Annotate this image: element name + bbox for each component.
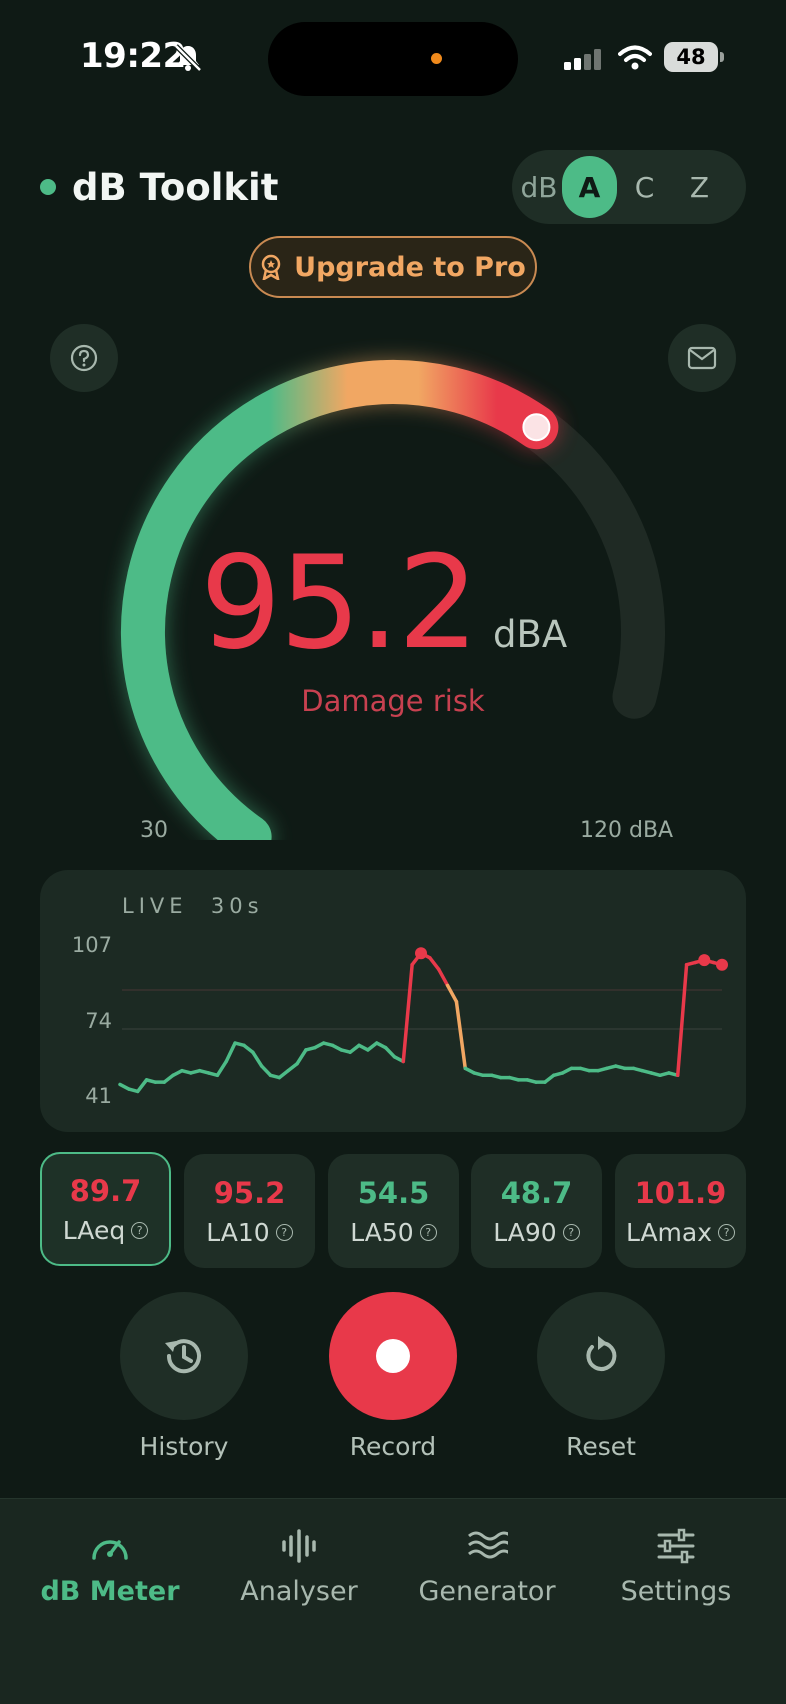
tab-label: Settings: [620, 1576, 732, 1607]
sliders-icon: [657, 1528, 695, 1564]
weighting-option-a[interactable]: A: [562, 156, 617, 218]
wifi-icon: [618, 45, 652, 70]
stat-la50[interactable]: 54.5 LA50?: [328, 1154, 459, 1268]
award-icon: [261, 254, 281, 280]
risk-status: Damage risk: [301, 684, 485, 718]
live-chart-header: LIVE 30s: [122, 894, 264, 918]
stat-la90[interactable]: 48.7 LA90?: [471, 1154, 602, 1268]
current-level: 95.2: [200, 529, 479, 678]
weighting-label: dB: [520, 170, 558, 204]
tab-db-meter[interactable]: dB Meter: [12, 1528, 208, 1607]
tab-analyser[interactable]: Analyser: [201, 1528, 397, 1607]
battery-indicator: 48: [664, 42, 718, 72]
window-label: 30s: [210, 894, 264, 918]
gauge-icon: [92, 1540, 128, 1560]
y-tick-74: 74: [85, 1009, 112, 1033]
stat-value: 89.7: [69, 1173, 142, 1208]
stat-label: LAmax: [625, 1217, 713, 1247]
y-tick-41: 41: [85, 1084, 112, 1108]
reading-display: 95.2 dBA: [200, 540, 567, 668]
stat-label: LAeq: [62, 1215, 126, 1245]
cellular-signal-icon: [564, 49, 601, 70]
history-button[interactable]: [120, 1292, 248, 1420]
record-button[interactable]: [329, 1292, 457, 1420]
stat-label: LA10: [206, 1217, 270, 1247]
waveform-icon: [282, 1529, 316, 1563]
stat-laeq[interactable]: 89.7 LAeq?: [40, 1152, 171, 1266]
stat-label: LA50: [350, 1217, 414, 1247]
stat-label: LA90: [493, 1217, 557, 1247]
bell-muted-icon: [174, 44, 202, 72]
history-icon: [165, 1339, 201, 1374]
tab-label: Analyser: [240, 1576, 358, 1607]
info-icon[interactable]: ?: [562, 1223, 580, 1241]
weighting-selector[interactable]: dB A C Z: [512, 150, 746, 224]
tab-generator[interactable]: Generator: [389, 1528, 585, 1607]
stat-value: 48.7: [500, 1175, 573, 1210]
record-dot-icon: [376, 1339, 410, 1373]
tab-label: Generator: [418, 1576, 556, 1607]
gauge-needle-knob: [522, 413, 551, 442]
battery-tip: [720, 52, 724, 62]
info-icon[interactable]: ?: [718, 1223, 736, 1241]
live-label: LIVE: [122, 894, 188, 918]
stat-lamax[interactable]: 101.9 LAmax?: [615, 1154, 746, 1268]
waves-icon: [468, 1531, 508, 1559]
info-icon[interactable]: ?: [131, 1221, 149, 1239]
stat-value: 95.2: [213, 1175, 286, 1210]
stat-value: 101.9: [634, 1175, 727, 1210]
gauge-max-label: 120 dBA: [580, 818, 674, 843]
status-dot: [40, 179, 56, 195]
upgrade-label: Upgrade to Pro: [294, 251, 526, 283]
weighting-option-z[interactable]: Z: [672, 156, 727, 218]
upgrade-button[interactable]: Upgrade to Pro: [249, 236, 537, 298]
reset-icon: [586, 1336, 617, 1371]
reset-label: Reset: [566, 1432, 636, 1461]
app-title: dB Toolkit: [72, 166, 279, 209]
info-icon[interactable]: ?: [275, 1223, 293, 1241]
info-icon[interactable]: ?: [419, 1223, 437, 1241]
record-label: Record: [349, 1432, 437, 1461]
level-unit: dBA: [493, 613, 568, 656]
tab-label: dB Meter: [40, 1576, 180, 1607]
dynamic-island: [268, 22, 518, 96]
tab-settings[interactable]: Settings: [578, 1528, 774, 1607]
y-tick-107: 107: [71, 933, 112, 957]
stat-la10[interactable]: 95.2 LA10?: [184, 1154, 315, 1268]
mic-indicator-dot: [431, 53, 442, 64]
gauge-min-label: 30: [140, 818, 168, 843]
reset-button[interactable]: [537, 1292, 665, 1420]
weighting-option-c[interactable]: C: [617, 156, 672, 218]
history-label: History: [139, 1432, 229, 1461]
status-time: 19:22: [80, 36, 186, 76]
stat-value: 54.5: [357, 1175, 430, 1210]
